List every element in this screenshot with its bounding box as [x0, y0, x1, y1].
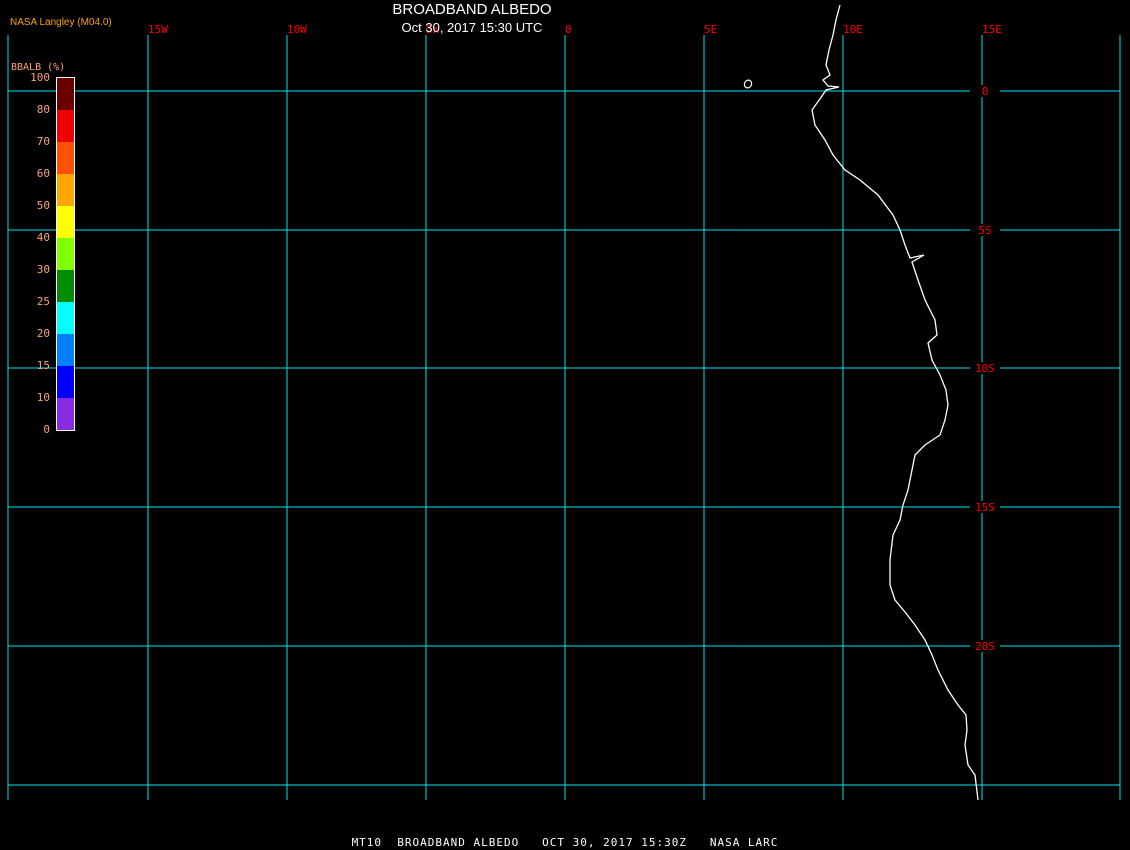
colorbar-tick-label: 70 — [36, 135, 50, 148]
colorbar-tick-label: 60 — [36, 167, 50, 180]
map-canvas: 15W 10W 5W 0 5E 10E 15E 05S10S15S20S — [7, 4, 1121, 801]
lat-label: 15S — [975, 501, 995, 514]
colorbar-swatch — [57, 174, 74, 206]
lat-label: 10S — [975, 362, 995, 375]
colorbar-swatch — [57, 206, 74, 238]
colorbar-swatch — [57, 270, 74, 302]
colorbar-tick-label: 50 — [36, 199, 50, 212]
colorbar-tick-label: 30 — [36, 263, 50, 276]
colorbar-swatch — [57, 78, 74, 110]
colorbar-tick-label: 15 — [36, 359, 50, 372]
colorbar-swatch — [57, 398, 74, 430]
coastline — [811, 4, 979, 801]
lat-label: 5S — [978, 224, 991, 237]
colorbar-swatch — [57, 238, 74, 270]
graticule — [7, 35, 1121, 800]
island — [743, 79, 753, 89]
colorbar-swatch — [57, 366, 74, 398]
colorbar-swatch — [57, 334, 74, 366]
colorbar-tick-label: 10 — [36, 391, 50, 404]
lat-label: 20S — [975, 640, 995, 653]
colorbar-tick-label: 0 — [43, 423, 50, 436]
colorbar-swatch — [57, 142, 74, 174]
colorbar-swatch — [57, 110, 74, 142]
map-view: 15W 10W 5W 0 5E 10E 15E 0 5S 10S 15S 20S NASA Lang… — [0, 0, 1130, 850]
map-timestamp: Oct 30, 2017 15:30 UTC — [401, 20, 543, 35]
colorbar — [56, 77, 75, 431]
colorbar-tick-label: 80 — [36, 103, 50, 116]
colorbar-swatch — [57, 302, 74, 334]
footer-caption: MT10 BROADBAND ALBEDO OCT 30, 2017 15:30… — [351, 836, 779, 849]
lat-label: 0 — [982, 85, 989, 98]
colorbar-tick-label: 25 — [36, 295, 50, 308]
map-title: BROADBAND ALBEDO — [392, 1, 552, 18]
colorbar-tick-label: 40 — [36, 231, 50, 244]
colorbar-tick-label: 20 — [36, 327, 50, 340]
colorbar-tick-label: 100 — [30, 71, 50, 84]
latitude-labels: 0 5S 10S 15S 20S — [970, 85, 1000, 653]
lon-label: 15E — [982, 23, 1002, 36]
